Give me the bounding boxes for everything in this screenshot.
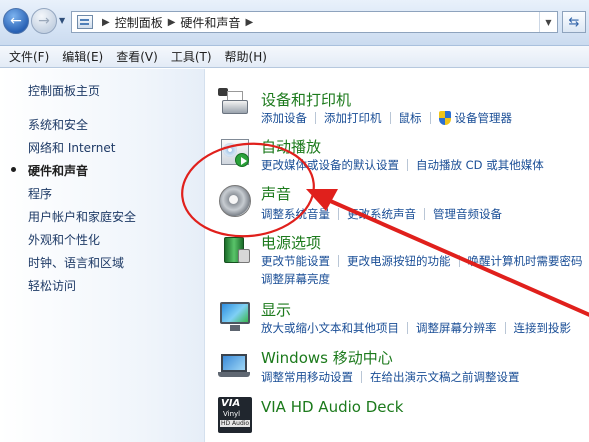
devices-printers-icon[interactable] (218, 88, 252, 122)
category-title-via-audio[interactable]: VIA HD Audio Deck (261, 398, 403, 416)
breadcrumb-hardware-sound[interactable]: 硬件和声音 (180, 14, 240, 31)
link-add-printer[interactable]: 添加打印机 (324, 110, 382, 126)
link-add-device[interactable]: 添加设备 (261, 110, 307, 126)
speaker-icon[interactable] (218, 184, 252, 218)
sidebar-item-clock-region[interactable]: 时钟、语言和区域 (28, 254, 124, 271)
sidebar-item-appearance[interactable]: 外观和个性化 (28, 231, 100, 248)
address-bar[interactable]: ▶ 控制面板 ▶ 硬件和声音 ▶ ▼ (71, 11, 558, 33)
sidebar-item-home[interactable]: 控制面板主页 (28, 82, 100, 99)
devices-links: 添加设备 添加打印机 鼠标 设备管理器 (261, 110, 512, 126)
refresh-button[interactable]: ⇆ (562, 11, 586, 33)
sidebar-item-programs[interactable]: 程序 (28, 185, 52, 202)
power-links-row2: 调整屏幕亮度 (261, 271, 330, 287)
menu-tools[interactable]: 工具(T) (171, 48, 212, 65)
link-screen-resolution[interactable]: 调整屏幕分辨率 (416, 320, 497, 336)
link-autoplay-defaults[interactable]: 更改媒体或设备的默认设置 (261, 157, 399, 173)
control-panel-icon (77, 15, 93, 29)
category-title-autoplay[interactable]: 自动播放 (261, 136, 321, 157)
link-screen-brightness[interactable]: 调整屏幕亮度 (261, 271, 330, 287)
display-links: 放大或缩小文本和其他项目 调整屏幕分辨率 连接到投影 (261, 320, 571, 336)
sidebar-item-ease-of-access[interactable]: 轻松访问 (28, 277, 76, 294)
menu-bar: 文件(F) 编辑(E) 查看(V) 工具(T) 帮助(H) (0, 46, 589, 68)
link-device-manager[interactable]: 设备管理器 (455, 110, 513, 126)
link-autoplay-cd[interactable]: 自动播放 CD 或其他媒体 (416, 157, 544, 173)
menu-edit[interactable]: 编辑(E) (62, 48, 103, 65)
address-dropdown-button[interactable]: ▼ (539, 12, 557, 32)
breadcrumb-separator-icon[interactable]: ▶ (168, 17, 176, 28)
back-button[interactable]: ← (3, 8, 29, 34)
breadcrumb-control-panel[interactable]: 控制面板 (115, 14, 163, 31)
sound-links: 调整系统音量 更改系统声音 管理音频设备 (261, 206, 502, 222)
link-mouse[interactable]: 鼠标 (399, 110, 422, 126)
link-power-button[interactable]: 更改电源按钮的功能 (347, 253, 451, 269)
sidebar-item-user-accounts[interactable]: 用户帐户和家庭安全 (28, 208, 136, 225)
battery-icon[interactable] (218, 233, 252, 267)
sidebar-item-hardware-sound: 硬件和声音 (28, 164, 89, 178)
navigation-bar: ← → ▼ ▶ 控制面板 ▶ 硬件和声音 ▶ ▼ ⇆ (0, 0, 589, 46)
category-title-power[interactable]: 电源选项 (261, 232, 321, 253)
link-power-saving[interactable]: 更改节能设置 (261, 253, 330, 269)
category-title-sound[interactable]: 声音 (261, 183, 291, 204)
link-manage-audio-devices[interactable]: 管理音频设备 (433, 206, 502, 222)
current-item-bullet (11, 167, 16, 172)
link-connect-projector[interactable]: 连接到投影 (514, 320, 572, 336)
forward-arrow-icon: → (38, 13, 50, 29)
sidebar-item-system-security[interactable]: 系统和安全 (28, 116, 88, 133)
breadcrumb-separator-icon[interactable]: ▶ (102, 17, 110, 28)
category-title-devices[interactable]: 设备和打印机 (261, 89, 351, 110)
link-text-size[interactable]: 放大或缩小文本和其他项目 (261, 320, 399, 336)
category-title-display[interactable]: 显示 (261, 299, 291, 320)
category-title-mobility[interactable]: Windows 移动中心 (261, 347, 393, 368)
autoplay-icon[interactable] (218, 137, 252, 171)
uac-shield-icon (438, 111, 451, 125)
power-links: 更改节能设置 更改电源按钮的功能 唤醒计算机时需要密码 (261, 253, 583, 269)
refresh-icon: ⇆ (568, 14, 580, 30)
link-mobility-settings[interactable]: 调整常用移动设置 (261, 369, 353, 385)
menu-help[interactable]: 帮助(H) (225, 48, 267, 65)
sidebar-item-network[interactable]: 网络和 Internet (28, 139, 115, 156)
monitor-icon[interactable] (218, 300, 252, 334)
back-arrow-icon: ← (10, 13, 22, 29)
menu-file[interactable]: 文件(F) (9, 48, 49, 65)
link-wakeup-password[interactable]: 唤醒计算机时需要密码 (468, 253, 583, 269)
laptop-icon[interactable] (218, 348, 252, 382)
link-change-sounds[interactable]: 更改系统声音 (347, 206, 416, 222)
chevron-down-icon: ▼ (59, 16, 66, 25)
link-adjust-volume[interactable]: 调整系统音量 (261, 206, 330, 222)
mobility-links: 调整常用移动设置 在给出演示文稿之前调整设置 (261, 369, 520, 385)
forward-button[interactable]: → (31, 8, 57, 34)
breadcrumb-separator-icon[interactable]: ▶ (245, 17, 253, 28)
link-presentation-settings[interactable]: 在给出演示文稿之前调整设置 (370, 369, 520, 385)
via-audio-logo-icon[interactable]: VIA Vinyl HD Audio (218, 397, 252, 433)
autoplay-links: 更改媒体或设备的默认设置 自动播放 CD 或其他媒体 (261, 157, 544, 173)
menu-view[interactable]: 查看(V) (116, 48, 158, 65)
chevron-down-icon: ▼ (545, 17, 552, 27)
recent-pages-dropdown[interactable]: ▼ (59, 16, 65, 25)
sidebar: 控制面板主页 系统和安全 网络和 Internet 硬件和声音 程序 用户帐户和… (0, 69, 205, 442)
